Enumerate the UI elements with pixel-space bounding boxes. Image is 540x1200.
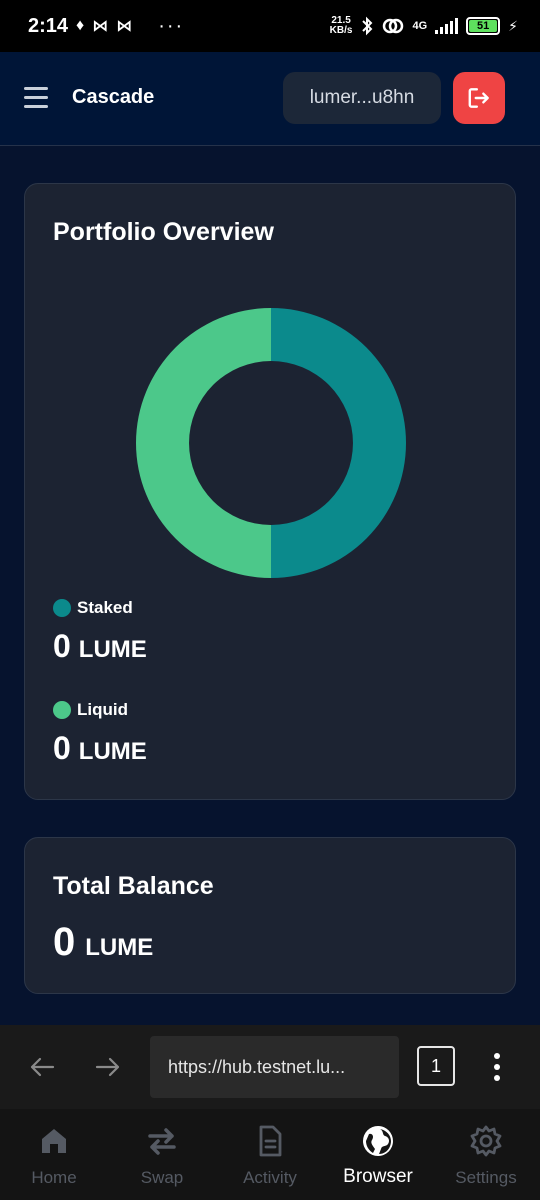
status-left: 2:14 ♦ ⋈ ⋈ ··· (28, 15, 184, 38)
forward-arrow-icon[interactable] (93, 1052, 123, 1082)
url-bar[interactable]: https://hub.testnet.lu... (150, 1036, 399, 1098)
nav-activity-label: Activity (243, 1168, 297, 1187)
charging-icon: ⚡ (508, 17, 518, 34)
network-speed: 21.5 KB/s (330, 16, 353, 36)
tab-count-button[interactable]: 1 (417, 1046, 455, 1086)
staked-value: 0 (53, 628, 71, 664)
balance-title: Total Balance (53, 872, 214, 900)
menu-icon[interactable] (24, 87, 48, 109)
portfolio-title: Portfolio Overview (53, 218, 274, 246)
network-type: 4G (412, 20, 428, 32)
portfolio-donut-chart (136, 308, 406, 578)
swap-icon (148, 1128, 176, 1155)
balance-unit: LUME (85, 934, 154, 961)
app-notification-icon-2: ⋈ (116, 18, 133, 35)
nav-home[interactable]: Home (0, 1109, 108, 1200)
donut-slice-staked (271, 308, 406, 578)
wallet-address-button[interactable]: lumer...u8hn (283, 72, 441, 124)
bottom-nav: Home Swap Activity Browser Settings (0, 1109, 540, 1200)
nav-swap[interactable]: Swap (108, 1109, 216, 1200)
signal-icon (435, 18, 459, 34)
app-header: Cascade lumer...u8hn (0, 52, 540, 146)
legend-staked: Staked 0 LUME (53, 598, 147, 665)
balance-value: 0 (53, 920, 76, 964)
nav-swap-label: Swap (140, 1168, 184, 1187)
status-time: 2:14 (28, 14, 69, 37)
liquid-unit: LUME (78, 738, 147, 765)
gear-icon (470, 1125, 502, 1157)
network-speed-unit: KB/s (329, 25, 353, 36)
legend-liquid: Liquid 0 LUME (53, 700, 147, 767)
battery-icon: 51 (466, 17, 501, 35)
nav-activity[interactable]: Activity (216, 1109, 324, 1200)
globe-icon (363, 1126, 393, 1156)
staked-dot (53, 599, 71, 617)
battery-level: 51 (469, 20, 498, 32)
home-icon (42, 1129, 66, 1153)
browser-toolbar: https://hub.testnet.lu... 1 (0, 1025, 540, 1109)
chat-notification-icon: ♦ (76, 17, 85, 34)
donut-slice-liquid (136, 308, 271, 578)
liquid-label: Liquid (77, 700, 128, 719)
staked-unit: LUME (78, 636, 147, 663)
logout-button[interactable] (453, 72, 505, 124)
document-icon (259, 1125, 282, 1157)
nav-home-label: Home (31, 1168, 77, 1187)
total-balance-card: Total Balance 0 LUME (24, 837, 516, 994)
back-arrow-icon[interactable] (27, 1052, 57, 1082)
app-notification-icon: ⋈ (92, 18, 109, 35)
liquid-value: 0 (53, 730, 71, 766)
logout-icon (468, 88, 489, 108)
nav-browser-label: Browser (343, 1166, 413, 1187)
staked-label: Staked (77, 598, 133, 617)
nav-settings[interactable]: Settings (432, 1109, 540, 1200)
hotspot-icon (383, 18, 404, 34)
status-right: 21.5 KB/s 4G 51 ⚡ (330, 16, 518, 36)
status-bar: 2:14 ♦ ⋈ ⋈ ··· 21.5 KB/s 4G 51 ⚡ (0, 0, 540, 52)
portfolio-overview-card: Portfolio Overview Staked 0 LUME Liquid … (24, 183, 516, 800)
bluetooth-icon (362, 16, 373, 36)
browser-menu-icon[interactable] (494, 1053, 502, 1081)
nav-settings-label: Settings (455, 1168, 517, 1187)
more-notifications-icon: ··· (158, 14, 185, 37)
nav-browser[interactable]: Browser (324, 1109, 432, 1200)
liquid-dot (53, 701, 71, 719)
app-title: Cascade (72, 86, 155, 108)
